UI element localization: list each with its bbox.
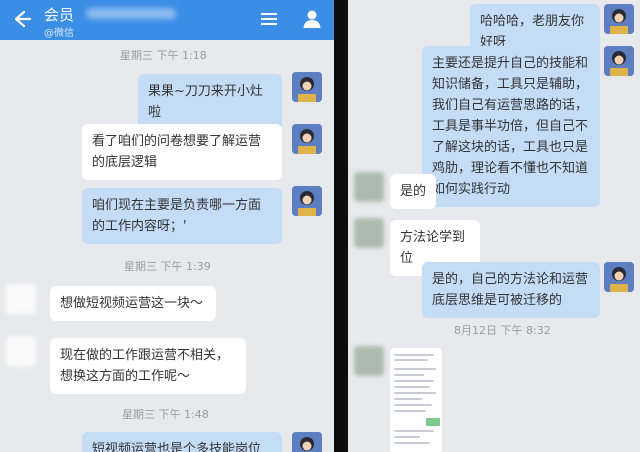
message-bubble-outgoing[interactable]: 果果~刀刀来开小灶啦 [138,74,282,130]
avatar [354,172,384,202]
image-message-thumbnail[interactable] [390,348,442,452]
redacted-name [86,8,176,19]
message-bubble-outgoing[interactable]: 是的，自己的方法论和运营底层思维是可被迁移的 [422,262,600,318]
menu-icon[interactable] [260,11,278,27]
chat-header: 会员 @微信 [0,0,334,40]
message-bubble-incoming[interactable]: 是的 [390,174,436,209]
message-bubble-outgoing[interactable]: 主要还是提升自己的技能和知识储备，工具只是辅助，我们自己有运营思路的话，工具是事… [422,46,600,207]
message-bubble-outgoing[interactable]: 咱们现在主要是负责哪一方面的工作内容呀；' [82,188,282,244]
message-bubble-incoming[interactable]: 想做短视频运营这一块～ [50,286,216,321]
timestamp: 星期三 下午 1:39 [124,260,211,273]
timestamp: 星期三 下午 1:48 [122,408,209,421]
chat-subtitle: @微信 [44,28,74,39]
avatar [292,186,322,216]
message-bubble-outgoing[interactable]: 看了咱们的问卷想要了解运营的底层逻辑 [82,124,282,180]
back-arrow-icon[interactable] [10,8,32,30]
message-bubble-incoming[interactable]: 现在做的工作跟运营不相关，想换这方面的工作呢～ [50,338,246,394]
avatar [292,124,322,154]
person-icon[interactable] [302,9,322,29]
avatar [604,4,634,34]
message-bubble-outgoing[interactable]: 短视频运营也是个多技能岗位 [82,432,282,452]
avatar [604,262,634,292]
timestamp: 星期三 下午 1:18 [120,49,207,62]
avatar [604,46,634,76]
avatar [292,72,322,102]
chat-panel-left: 会员 @微信 星期三 下午 1:18 果果~刀刀来开小灶啦 看了咱们的问卷想要了… [0,0,334,452]
avatar [354,218,384,248]
avatar [6,284,36,314]
avatar [6,336,36,366]
avatar [354,346,384,376]
timestamp: 8月12日 下午 8:32 [454,324,551,337]
avatar [292,432,322,452]
chat-title: 会员 [44,6,75,24]
